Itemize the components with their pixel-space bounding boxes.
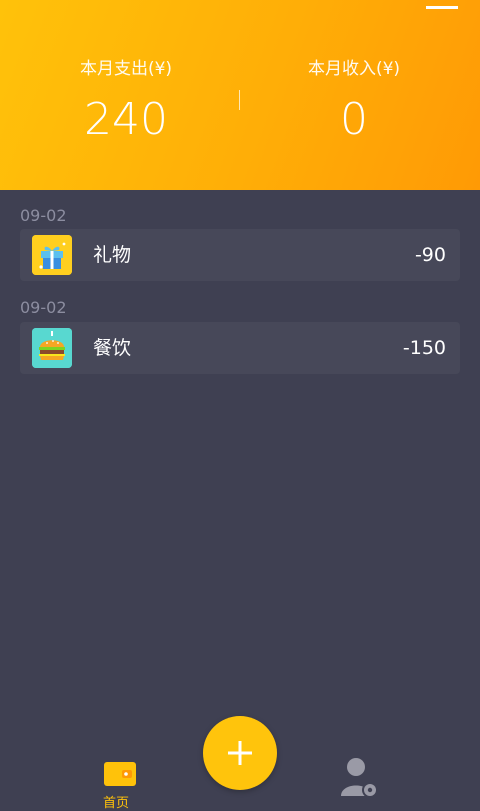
record-category: 礼物 bbox=[93, 244, 132, 266]
record-amount: -90 bbox=[414, 244, 446, 266]
group-date: 09-02 bbox=[20, 206, 67, 225]
monthly-income: 本月收入(¥) 0 bbox=[234, 58, 474, 148]
record-item-dining[interactable]: 餐饮 -150 bbox=[20, 322, 460, 374]
burger-icon bbox=[32, 328, 72, 368]
tab-home-label: 首页 bbox=[103, 796, 130, 811]
tab-home[interactable]: 首页 bbox=[103, 760, 137, 811]
income-value: 0 bbox=[340, 94, 368, 145]
plus-icon bbox=[228, 741, 252, 765]
record-category: 餐饮 bbox=[93, 337, 132, 359]
group-date: 09-02 bbox=[20, 298, 67, 317]
menu-icon[interactable] bbox=[426, 0, 458, 9]
tab-me[interactable] bbox=[340, 756, 380, 800]
record-amount: -150 bbox=[402, 337, 446, 359]
add-record-button[interactable] bbox=[203, 716, 277, 790]
user-settings-icon bbox=[341, 758, 378, 798]
gift-icon bbox=[32, 235, 72, 275]
monthly-expense: 本月支出(¥) 240 bbox=[6, 58, 246, 148]
record-item-gift[interactable]: 礼物 -90 bbox=[20, 229, 460, 281]
wallet-icon bbox=[104, 762, 136, 786]
summary-header: 本月支出(¥) 240 本月收入(¥) 0 bbox=[0, 0, 480, 190]
expense-label: 本月支出(¥) bbox=[79, 59, 173, 79]
income-label: 本月收入(¥) bbox=[307, 59, 401, 79]
expense-value: 240 bbox=[84, 94, 168, 145]
